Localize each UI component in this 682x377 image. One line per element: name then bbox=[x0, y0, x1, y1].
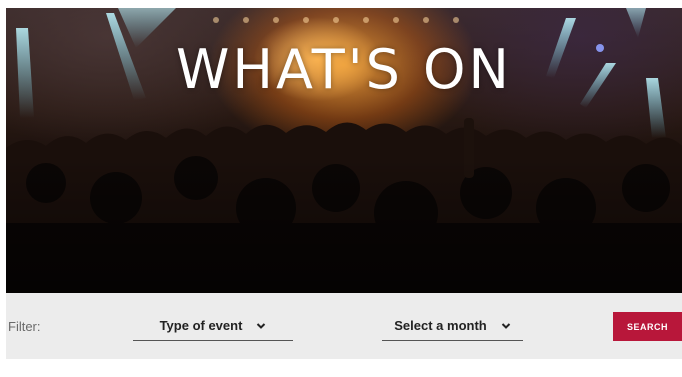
chevron-down-icon bbox=[256, 321, 266, 331]
event-type-selected: Type of event bbox=[159, 318, 243, 333]
filter-label: Filter: bbox=[8, 319, 41, 334]
page: WHAT'S ON Filter: Type of event Select a… bbox=[0, 0, 682, 377]
hero-banner: WHAT'S ON bbox=[6, 8, 682, 293]
month-selected: Select a month bbox=[394, 318, 487, 333]
page-title: WHAT'S ON bbox=[176, 38, 512, 101]
month-dropdown[interactable]: Select a month bbox=[382, 311, 523, 341]
stage-lights bbox=[213, 17, 459, 23]
search-button[interactable]: SEARCH bbox=[613, 312, 682, 341]
chevron-down-icon bbox=[501, 321, 511, 331]
event-type-dropdown[interactable]: Type of event bbox=[133, 311, 293, 341]
filter-bar: Filter: Type of event Select a month SEA… bbox=[6, 293, 682, 359]
